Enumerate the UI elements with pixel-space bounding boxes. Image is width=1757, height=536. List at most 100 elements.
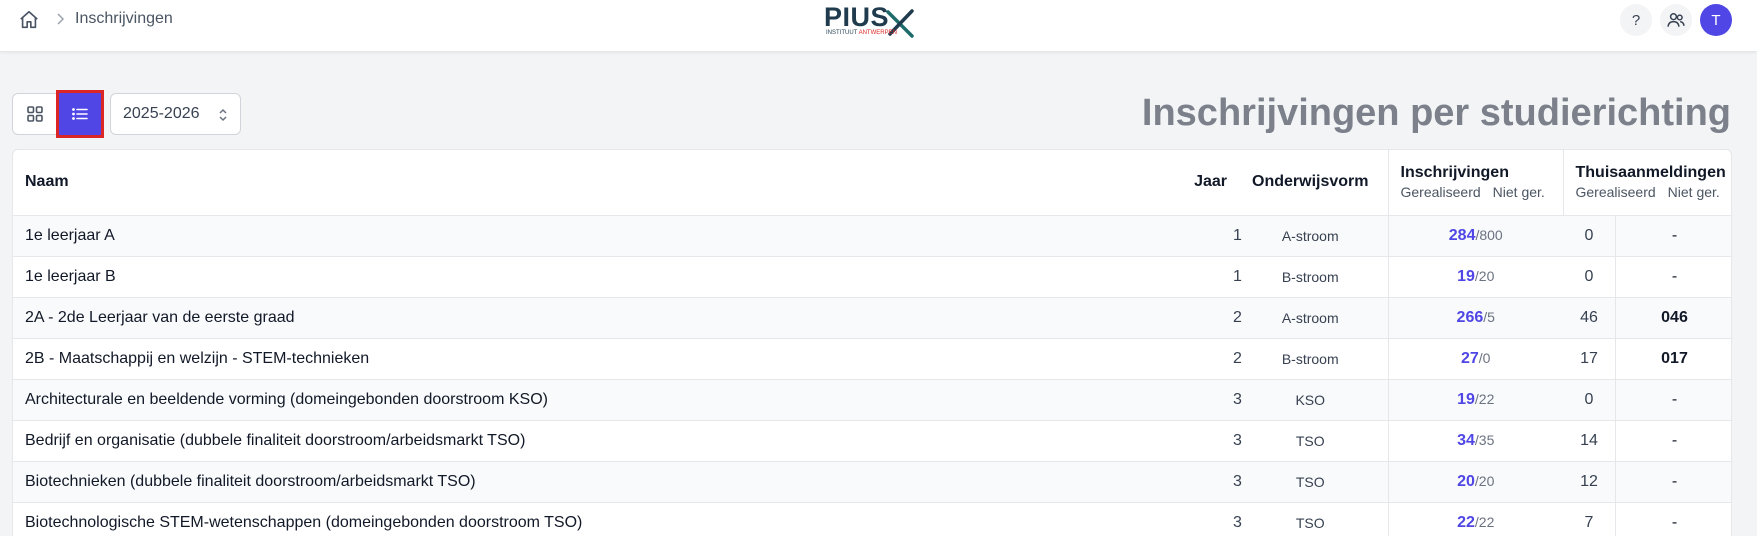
header-thuisaanmeldingen-title: Thuisaanmeldingen — [1575, 164, 1726, 182]
cell-niet-ger-and-thuis: 46 0 46 — [1563, 297, 1731, 338]
cell-naam: Biotechnieken (dubbele finaliteit doorst… — [25, 472, 476, 490]
table-row[interactable]: 1e leerjaar A 1 A-stroom 284/800 0- — [13, 215, 1731, 256]
cell-niet-ger-and-thuis: 0- — [1563, 379, 1731, 420]
cell-naam: Biotechnologische STEM-wetenschappen (do… — [25, 513, 583, 531]
top-bar: Inschrijvingen PIUS INSTITUUT ANTWERPEN … — [0, 0, 1757, 52]
cell-gerealiseerd: 19/20 — [1387, 256, 1563, 297]
logo-subtitle: INSTITUUT ANTWERPEN — [826, 30, 897, 36]
cell-onderwijsvorm: TSO — [1295, 473, 1325, 490]
thuis-gerealiseerd: 0 — [1661, 349, 1671, 367]
cell-onderwijsvorm: TSO — [1295, 514, 1325, 531]
cell-gerealiseerd: 266/5 — [1387, 297, 1563, 338]
thuis-gerealiseerd: - — [1671, 226, 1678, 244]
cell-niet-ger: 0 — [1584, 267, 1594, 285]
header-inschrijvingen: Inschrijvingen Gerealiseerd Niet ger. — [1387, 150, 1563, 215]
cell-niet-ger-and-thuis: 0- — [1563, 215, 1731, 256]
list-icon — [72, 108, 88, 120]
gerealiseerd-count[interactable]: 19 — [1457, 391, 1475, 408]
header-thuis-gerealiseerd: Gerealiseerd — [1575, 184, 1656, 201]
cell-jaar: 3 — [1233, 431, 1242, 449]
gerealiseerd-count[interactable]: 22 — [1457, 514, 1475, 531]
cell-thuis: - — [1615, 379, 1731, 420]
gerealiseerd-count[interactable]: 19 — [1457, 268, 1475, 285]
thuis-niet-ger: 17 — [1670, 349, 1688, 367]
header-inschrijvingen-title: Inschrijvingen — [1400, 164, 1509, 182]
capacity-value: /22 — [1474, 390, 1495, 407]
avatar[interactable]: T — [1700, 4, 1732, 36]
home-icon[interactable] — [18, 9, 40, 31]
gerealiseerd-count[interactable]: 284 — [1449, 227, 1476, 244]
header-thuisaanmeldingen: Thuisaanmeldingen Gerealiseerd Niet ger. — [1562, 150, 1731, 215]
list-view-button[interactable] — [56, 90, 104, 138]
cell-onderwijsvorm: B-stroom — [1281, 268, 1339, 285]
thuis-gerealiseerd: - — [1671, 472, 1678, 490]
table-row[interactable]: Bedrijf en organisatie (dubbele finalite… — [13, 420, 1731, 461]
cell-niet-ger-and-thuis: 0- — [1563, 256, 1731, 297]
pius-logo[interactable]: PIUS INSTITUUT ANTWERPEN — [824, 2, 918, 38]
chevron-right-icon — [57, 13, 65, 25]
page-title: Inschrijvingen per studierichting — [1141, 92, 1731, 134]
school-year-select[interactable]: 2025-2026 — [110, 93, 241, 135]
gerealiseerd-count[interactable]: 266 — [1457, 309, 1484, 326]
cell-jaar: 1 — [1233, 267, 1242, 285]
capacity-value: /800 — [1475, 226, 1503, 243]
grid-icon — [27, 106, 43, 122]
cell-niet-ger: 17 — [1580, 349, 1598, 367]
header-thuis-niet-ger: Niet ger. — [1667, 184, 1720, 201]
gerealiseerd-count[interactable]: 34 — [1457, 432, 1475, 449]
header-jaar[interactable]: Jaar — [1193, 150, 1233, 215]
cell-thuis: - — [1615, 215, 1731, 256]
capacity-value: /20 — [1474, 267, 1495, 284]
cell-jaar: 2 — [1233, 308, 1242, 326]
table-row[interactable]: 2A - 2de Leerjaar van de eerste graad 2 A-… — [13, 297, 1731, 338]
users-button[interactable] — [1660, 4, 1692, 36]
grid-view-button[interactable] — [13, 94, 57, 134]
cell-gerealiseerd: 34/35 — [1387, 420, 1563, 461]
header-inschrijvingen-gerealiseerd: Gerealiseerd — [1400, 184, 1481, 201]
table-row[interactable]: 1e leerjaar B 1 B-stroom 19/20 0- — [13, 256, 1731, 297]
view-toggle — [12, 90, 104, 138]
cell-niet-ger-and-thuis: 17 0 17 — [1563, 338, 1731, 379]
cell-jaar: 1 — [1233, 226, 1242, 244]
thuis-gerealiseerd: - — [1671, 431, 1678, 449]
cell-gerealiseerd: 22/22 — [1387, 502, 1563, 536]
capacity-value: /5 — [1483, 308, 1495, 325]
logo-word: PIUS — [824, 2, 890, 32]
enrollment-table-card: Naam Jaar Onderwijsvorm Inschrijvingen G… — [12, 149, 1732, 536]
cell-jaar: 2 — [1233, 349, 1242, 367]
table-row[interactable]: 2B - Maatschappij en welzijn - STEM-tech… — [13, 338, 1731, 379]
thuis-niet-ger: 46 — [1670, 308, 1688, 326]
school-year-value: 2025-2026 — [123, 105, 200, 122]
table-row[interactable]: Biotechnieken (dubbele finaliteit doorst… — [13, 461, 1731, 502]
help-button[interactable]: ? — [1620, 4, 1652, 36]
cell-onderwijsvorm: A-stroom — [1281, 227, 1339, 244]
users-icon — [1667, 13, 1685, 27]
cell-thuis: 0 46 — [1615, 297, 1731, 338]
cell-niet-ger-and-thuis: 14 - — [1563, 420, 1731, 461]
header-naam[interactable]: Naam — [13, 150, 1193, 215]
cell-thuis: - — [1615, 461, 1731, 502]
cell-gerealiseerd: 27/0 — [1387, 338, 1563, 379]
table-row[interactable]: Biotechnologische STEM-wetenschappen (do… — [13, 502, 1731, 536]
cell-naam: Bedrijf en organisatie (dubbele finalite… — [25, 431, 526, 449]
table-row[interactable]: Architecturale en beeldende vorming (dom… — [13, 379, 1731, 420]
cell-jaar: 3 — [1233, 472, 1242, 490]
enrollment-table: Naam Jaar Onderwijsvorm Inschrijvingen G… — [13, 150, 1731, 536]
cell-niet-ger: 12 — [1580, 472, 1598, 490]
cell-thuis: - — [1615, 420, 1731, 461]
capacity-value: /0 — [1478, 349, 1491, 366]
help-icon: ? — [1631, 11, 1641, 29]
breadcrumb-current[interactable]: Inschrijvingen — [75, 10, 173, 28]
cell-niet-ger: 7 — [1584, 513, 1594, 531]
cell-onderwijsvorm: A-stroom — [1281, 309, 1339, 326]
header-onderwijsvorm[interactable]: Onderwijsvorm — [1233, 150, 1388, 215]
capacity-value: /22 — [1474, 513, 1495, 530]
gerealiseerd-count[interactable]: 20 — [1457, 473, 1475, 490]
gerealiseerd-count[interactable]: 27 — [1461, 350, 1479, 367]
cell-naam: 1e leerjaar A — [25, 226, 115, 244]
thuis-gerealiseerd: - — [1671, 267, 1678, 285]
thuis-gerealiseerd: - — [1671, 390, 1678, 408]
thuis-gerealiseerd: 0 — [1661, 308, 1671, 326]
cell-naam: 2A - 2de Leerjaar van de eerste graad — [25, 308, 295, 326]
cell-onderwijsvorm: B-stroom — [1281, 350, 1339, 367]
